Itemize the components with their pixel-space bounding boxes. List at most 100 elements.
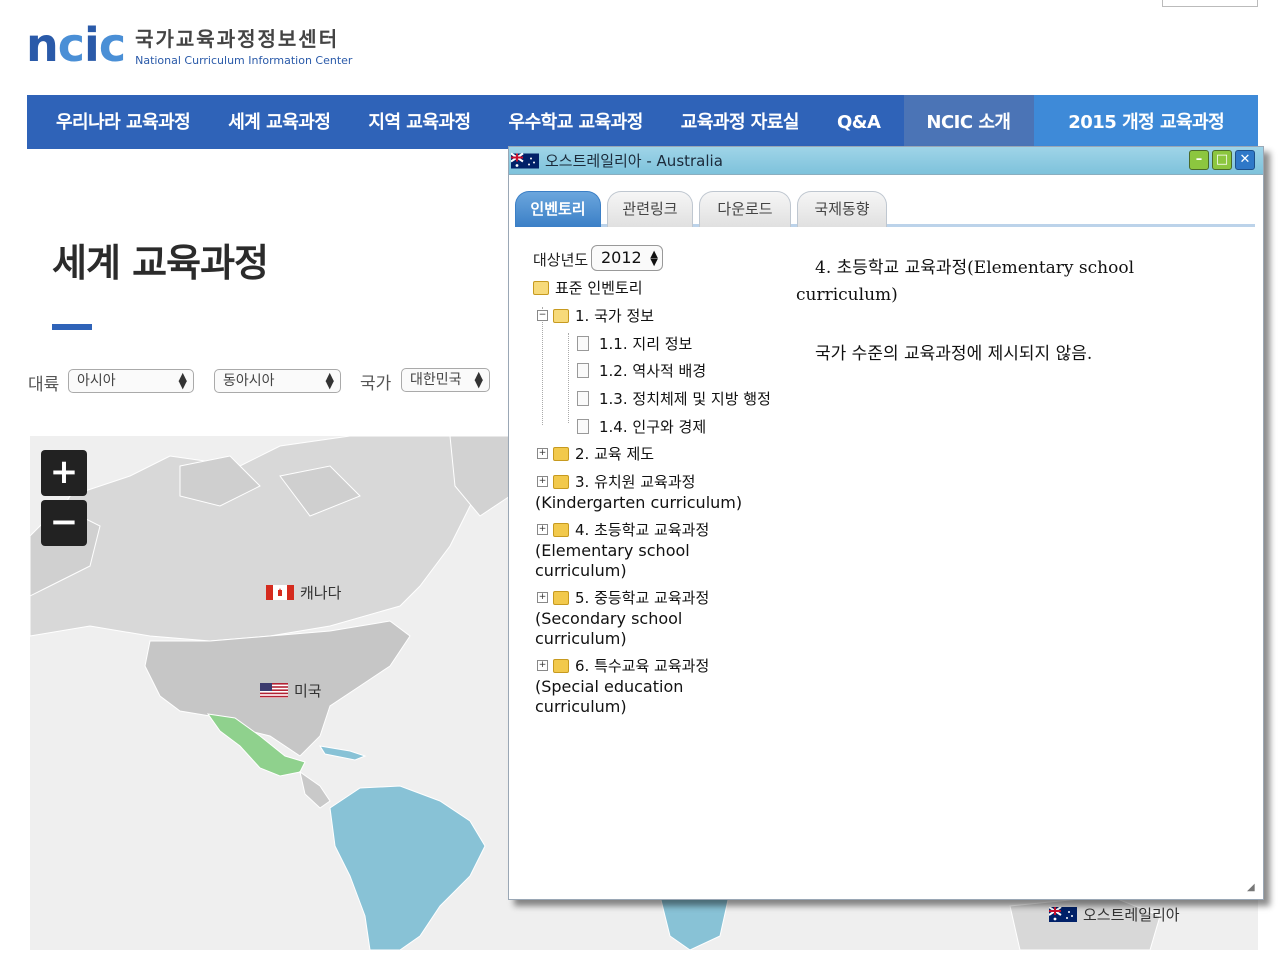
country-label: 국가 [360,374,392,394]
select-arrows-icon: ▲ ▼ [474,369,483,390]
canada-flag-icon [266,585,294,600]
expand-icon[interactable]: + [537,448,548,459]
map-region-central-america [299,770,331,809]
resize-grip-icon[interactable]: ◢ [1247,883,1257,893]
logo-mark: ncic [26,18,126,72]
tree-node-label: 4. 초등학교 교육과정 [575,521,710,539]
continent-select[interactable]: 아시아 ▲ ▼ [68,369,194,393]
australia-flag-icon [511,152,539,168]
tree-node-5-subtitle: curriculum) [535,629,627,648]
nav-item-world-curriculum[interactable]: 세계 교육과정 [209,95,349,149]
tree-node-root[interactable]: 표준 인벤토리 [533,277,643,298]
tree-node-4-subtitle: (Elementary school [535,541,690,560]
map-label-canada[interactable]: 캐나다 [266,582,341,603]
tree-node-1-4[interactable]: 1.4. 인구와 경제 [577,416,706,437]
main-navigation: 우리나라 교육과정 세계 교육과정 지역 교육과정 우수학교 교육과정 교육과정… [27,95,1258,149]
country-select[interactable]: 대한민국 ▲ ▼ [401,368,490,392]
nav-item-korea-curriculum[interactable]: 우리나라 교육과정 [27,95,209,149]
document-icon [577,419,589,434]
dialog-titlebar[interactable]: 오스트레일리아 - Australia – □ ✕ [509,147,1263,175]
tree-node-1[interactable]: − 1. 국가 정보 [537,305,654,326]
document-icon [577,336,589,351]
tree-node-4-subtitle: curriculum) [535,561,627,580]
document-icon [577,363,589,378]
site-logo[interactable]: ncic 국가교육과정정보센터 National Curriculum Info… [26,22,352,68]
content-body: 국가 수준의 교육과정에 제시되지 않음. [815,344,1093,364]
tree-node-label: 1.4. 인구와 경제 [599,418,707,436]
expand-icon[interactable]: + [537,592,548,603]
expand-icon[interactable]: + [537,524,548,535]
tree-node-5[interactable]: + 5. 중등학교 교육과정 [537,587,709,608]
tree-node-3[interactable]: + 3. 유치원 교육과정 [537,471,695,492]
tree-node-label: 1.3. 정치체제 및 지방 행정 [599,390,771,408]
tree-node-4[interactable]: + 4. 초등학교 교육과정 [537,519,709,540]
dialog-window-controls: – □ ✕ [1189,150,1255,170]
tree-node-3-subtitle: (Kindergarten curriculum) [535,493,743,512]
content-heading-cont: curriculum) [796,285,898,305]
nav-item-school-curriculum[interactable]: 우수학교 교육과정 [490,95,662,149]
zoom-out-button[interactable]: − [41,500,87,546]
close-icon[interactable]: ✕ [1235,150,1255,170]
select-arrows-icon: ▲ ▼ [650,249,658,268]
dialog-tabs: 인벤토리 관련링크 다운로드 국제동향 [515,189,1255,227]
map-label-canada-text: 캐나다 [300,584,342,602]
year-select[interactable]: 2012 ▲ ▼ [591,245,663,271]
expand-icon[interactable]: + [537,660,548,671]
tree-node-1-2[interactable]: 1.2. 역사적 배경 [577,360,706,381]
select-arrows-icon: ▲ ▼ [325,370,334,391]
nav-item-about-ncic[interactable]: NCIC 소개 [904,95,1035,149]
tree-node-label: 표준 인벤토리 [555,279,643,297]
tree-node-6-subtitle: curriculum) [535,697,627,716]
minimize-icon[interactable]: – [1189,150,1209,170]
map-region-caribbean [318,745,367,761]
tree-node-1-3[interactable]: 1.3. 정치체제 및 지방 행정 [577,388,771,409]
region-select-value: 동아시아 [223,373,275,389]
tree-node-label: 2. 교육 제도 [575,445,655,463]
year-select-value: 2012 [601,248,642,267]
logo-title-ko: 국가교육과정정보센터 [135,27,340,51]
folder-icon [553,658,569,673]
tree-node-6[interactable]: + 6. 특수교육 교육과정 [537,655,709,676]
tree-node-label: 1. 국가 정보 [575,307,655,325]
country-select-value: 대한민국 [410,372,462,388]
tree-connector [568,333,569,423]
map-label-australia[interactable]: 오스트레일리아 [1049,904,1180,925]
title-underline [52,324,92,330]
folder-icon [553,446,569,461]
collapse-icon[interactable]: − [537,310,548,321]
map-label-usa-text: 미국 [294,682,322,700]
continent-select-value: 아시아 [77,373,116,389]
tree-node-2[interactable]: + 2. 교육 제도 [537,443,654,464]
maximize-icon[interactable]: □ [1212,150,1232,170]
tree-node-label: 6. 특수교육 교육과정 [575,657,710,675]
expand-icon[interactable]: + [537,476,548,487]
content-heading: 4. 초등학교 교육과정(Elementary school [815,258,1135,278]
tree-node-1-1[interactable]: 1.1. 지리 정보 [577,333,692,354]
year-label: 대상년도 [533,251,589,269]
top-utility-box [1162,0,1258,7]
folder-open-icon [533,280,549,295]
country-dialog: 오스트레일리아 - Australia – □ ✕ 인벤토리 관련링크 다운로드… [508,146,1264,900]
nav-item-archive[interactable]: 교육과정 자료실 [662,95,818,149]
australia-flag-icon [1049,907,1077,922]
nav-item-regional-curriculum[interactable]: 지역 교육과정 [349,95,489,149]
usa-flag-icon [260,683,288,698]
map-label-usa[interactable]: 미국 [260,680,322,701]
select-arrows-icon: ▲ ▼ [178,370,187,391]
zoom-in-button[interactable]: + [41,450,87,496]
tab-international-trends[interactable]: 국제동향 [797,191,887,227]
page-title: 세계 교육과정 [52,241,269,285]
dialog-title: 오스트레일리아 - Australia [545,152,723,170]
tree-node-label: 5. 중등학교 교육과정 [575,589,710,607]
nav-item-2015-revision[interactable]: 2015 개정 교육과정 [1034,95,1258,149]
region-select[interactable]: 동아시아 ▲ ▼ [214,369,341,393]
tab-inventory[interactable]: 인벤토리 [515,191,601,227]
map-label-australia-text: 오스트레일리아 [1083,906,1180,924]
folder-icon [553,474,569,489]
folder-icon [553,590,569,605]
tab-download[interactable]: 다운로드 [699,191,791,227]
tab-related-links[interactable]: 관련링크 [607,191,693,227]
nav-item-qna[interactable]: Q&A [818,95,899,149]
logo-text: 국가교육과정정보센터 National Curriculum Informati… [135,23,352,67]
map-region-canada [30,436,511,642]
